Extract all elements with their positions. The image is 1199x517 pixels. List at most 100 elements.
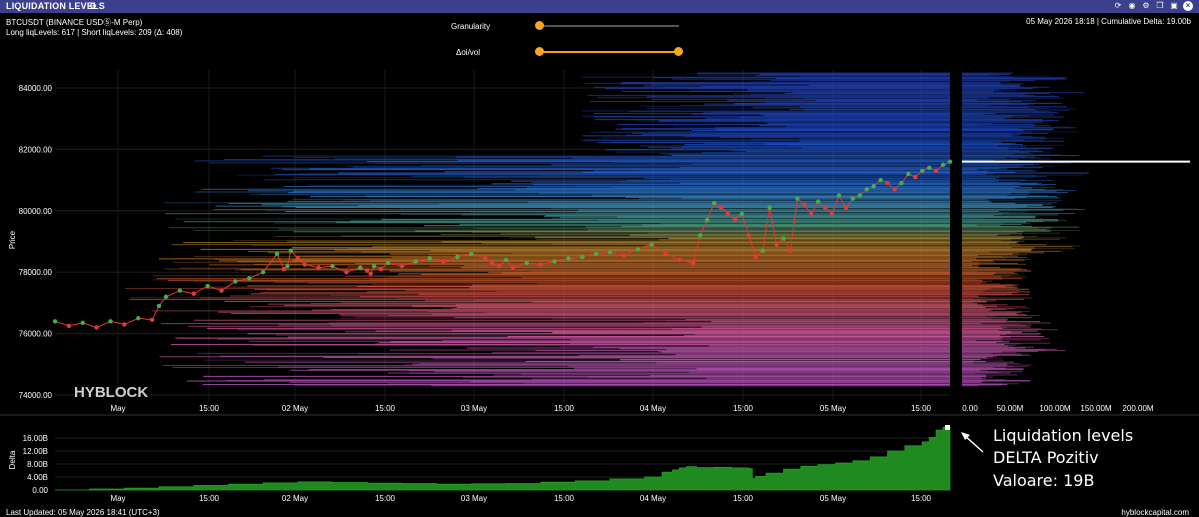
price-marker [906,171,911,177]
time-tick-label: 05 May [820,404,846,413]
price-marker [940,162,946,167]
profile-x-axis: 0.00 50.00M 100.00M 150.00M 200.00M [962,404,1154,413]
price-y-axis: 84000.00 82000.00 80000.00 78000.00 76000.00… [19,84,53,400]
price-marker [822,205,828,210]
price-x-axis: May 15:00 02 May 15:00 03 May 15:00 04 May 15:0… [110,404,931,413]
delta-tick-label: 4.00B [27,473,48,482]
profile-tick-label: 100.00M [1039,404,1070,413]
price-marker [926,165,932,171]
delta-time-tick-label: May [110,494,125,503]
delta-y-axis: 16.00B 12.00B 8.00B 4.00B 0.00 [23,434,49,495]
price-marker [788,248,793,253]
price-marker [760,248,765,253]
delta-time-tick-label: 03 May [461,494,487,503]
price-marker [163,294,169,299]
profile-tick-label: 150.00M [1080,404,1111,413]
profile-tick-label: 50.00M [997,404,1024,413]
price-marker [698,233,703,238]
price-marker [566,256,571,261]
price-marker [191,291,196,296]
price-marker [469,251,474,256]
price-marker [809,211,814,217]
price-marker [933,168,939,174]
price-marker [829,211,835,217]
price-marker [739,211,745,217]
delta-tick-label: 12.00B [23,447,48,456]
price-tick-label: 82000.00 [19,145,53,154]
delta-time-tick-label: 05 May [820,494,846,503]
price-marker [885,180,890,186]
price-marker [177,288,183,293]
price-marker [302,262,307,267]
price-marker [718,205,724,210]
price-marker [378,266,384,272]
delta-time-tick-label: 15:00 [911,494,932,503]
price-tick-label: 74000.00 [19,391,53,400]
price-marker [149,317,155,322]
price-marker [524,260,529,266]
delta-time-tick-label: 15:00 [375,494,396,503]
delta-time-tick-label: 15:00 [733,494,754,503]
price-marker [593,251,599,256]
price-marker [621,253,627,258]
price-tick-label: 80000.00 [19,207,53,216]
price-marker [947,159,953,164]
delta-tick-label: 8.00B [27,460,48,469]
price-marker [649,242,654,247]
price-marker [344,270,349,275]
price-marker [795,196,800,201]
price-marker [635,246,640,252]
price-marker [746,233,751,238]
price-marker [920,168,925,174]
annotation-line-2: DELTA Pozitiv [993,448,1099,467]
price-marker [108,319,113,324]
price-marker [538,262,543,267]
price-marker [288,248,294,253]
time-tick-label: 15:00 [199,404,220,413]
price-marker [441,259,446,264]
annotation-line-1: Liquidation levels [993,426,1134,445]
price-marker [368,271,373,276]
price-marker [607,250,613,255]
price-marker [358,265,363,270]
delta-time-tick-label: 15:00 [554,494,575,503]
price-axis-title: Price [8,230,17,249]
price-marker [753,254,758,260]
price-marker [871,184,876,189]
price-marker [260,270,266,275]
price-marker [711,200,717,206]
price-marker [899,180,904,186]
price-marker [122,322,127,327]
price-marker [399,263,405,269]
price-marker [330,263,335,269]
price-marker [66,323,72,329]
price-marker [274,251,280,256]
price-marker [836,193,842,198]
liquidation-volume-profile [962,72,1089,387]
delta-axis-title: Delta [8,450,17,469]
time-tick-label: 04 May [640,404,666,413]
time-tick-label: 15:00 [733,404,754,413]
time-tick-label: 15:00 [554,404,575,413]
site-link[interactable]: hyblockcapital.com [1121,508,1189,517]
price-tick-label: 76000.00 [19,330,53,339]
price-marker [205,283,210,289]
price-marker [371,263,377,269]
price-marker [732,217,738,223]
price-marker [892,187,897,192]
price-marker [496,263,502,269]
price-marker [233,279,238,284]
delta-endpoint-marker [945,425,950,430]
price-marker [704,217,710,223]
annotation-line-3: Valoare: 19B [993,471,1095,490]
price-marker [482,256,488,261]
price-marker [365,268,370,273]
price-marker [52,319,58,324]
price-tick-label: 84000.00 [19,84,53,93]
price-marker [503,257,509,263]
price-marker [80,320,85,326]
price-marker [580,254,585,260]
delta-time-tick-label: 15:00 [199,494,220,503]
profile-tick-label: 200.00M [1122,404,1153,413]
price-marker [285,263,290,269]
